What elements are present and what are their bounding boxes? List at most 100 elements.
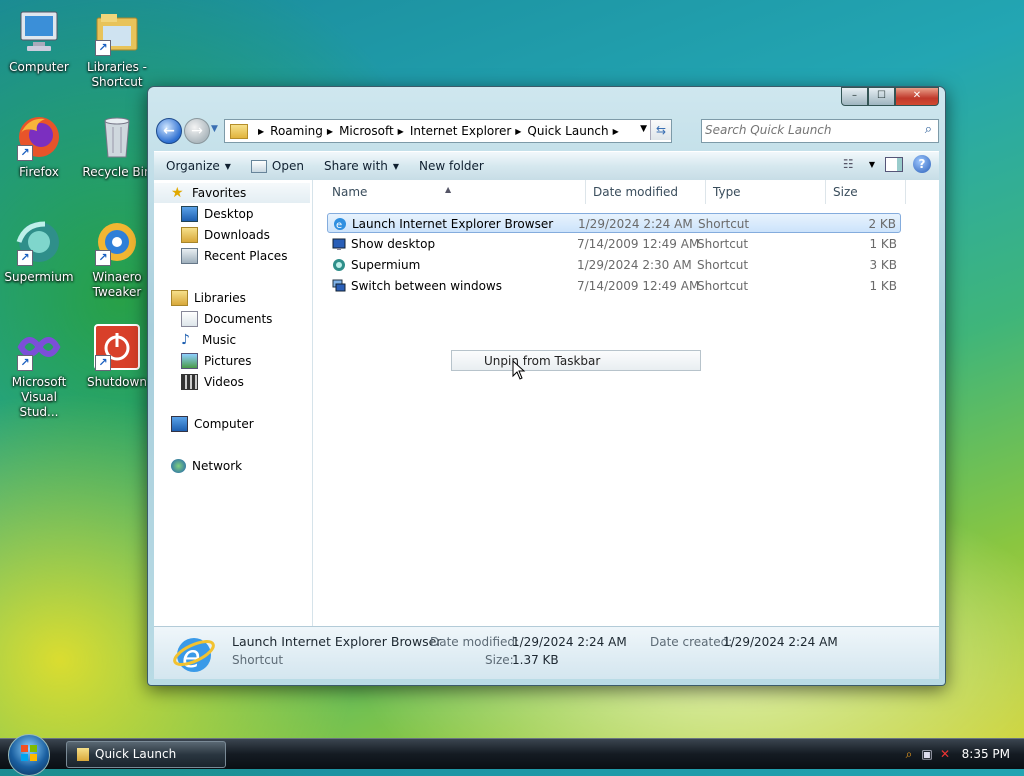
shortcut-arrow-icon: ↗ — [17, 250, 33, 266]
file-list: Name ▲ Date modified Type Size e Launch … — [313, 180, 939, 626]
breadcrumb-separator[interactable]: ▶ — [254, 127, 270, 136]
file-name: Supermium — [351, 258, 421, 272]
desktop-icon-winaero-tweaker[interactable]: ↗ Winaero Tweaker — [78, 218, 156, 300]
nav-documents[interactable]: Documents — [181, 309, 272, 329]
chevron-down-icon: ▼ — [392, 161, 400, 171]
recycle-bin-icon — [93, 113, 141, 161]
system-tray: ⌕ ▣ ✕ 8:35 PM — [898, 739, 1024, 769]
column-header-size[interactable]: Size — [826, 180, 906, 204]
drag-tooltip: Unpin from Taskbar — [451, 350, 701, 371]
column-header-label: Size — [833, 185, 858, 199]
navigation-pane: ★ Favorites Desktop Downloads Recent Pla… — [154, 180, 313, 626]
nav-downloads[interactable]: Downloads — [181, 225, 270, 245]
nav-label: Libraries — [194, 291, 246, 305]
desktop-icon-label: Winaero Tweaker — [92, 270, 142, 299]
views-icon[interactable]: ☷ — [843, 157, 859, 171]
desktop-icon-supermium[interactable]: ↗ Supermium — [0, 218, 78, 285]
computer-icon — [15, 8, 63, 56]
nav-desktop[interactable]: Desktop — [181, 204, 254, 224]
clock[interactable]: 8:35 PM — [962, 739, 1010, 769]
network-tray-icon[interactable]: ▣ — [920, 747, 934, 761]
file-row[interactable]: e Launch Internet Explorer Browser 1/29/… — [327, 213, 901, 233]
organize-button[interactable]: Organize ▼ — [166, 159, 231, 173]
desktop-icon-libraries-shortcut[interactable]: ↗ Libraries - Shortcut — [78, 8, 156, 90]
network-icon — [171, 459, 186, 473]
file-date: 7/14/2009 12:49 AM — [577, 279, 700, 293]
libraries-icon — [171, 290, 188, 306]
nav-pictures[interactable]: Pictures — [181, 351, 252, 371]
start-button[interactable] — [8, 734, 50, 776]
file-size: 1 KB — [869, 279, 897, 293]
nav-recent-places[interactable]: Recent Places — [181, 246, 287, 266]
libraries-folder-icon: ↗ — [93, 8, 141, 56]
nav-favorites[interactable]: ★ Favorites — [154, 183, 310, 203]
volume-muted-icon[interactable]: ✕ — [938, 747, 952, 761]
sort-arrow-icon: ▲ — [445, 185, 452, 194]
search-icon[interactable]: ⌕ — [902, 747, 916, 761]
help-icon[interactable]: ? — [913, 155, 931, 173]
desktop-icon-shutdown[interactable]: ↗ Shutdown — [78, 323, 156, 390]
address-dropdown-icon[interactable]: ▼ — [640, 124, 647, 134]
nav-network[interactable]: Network — [171, 456, 242, 476]
desktop-icon-visual-studio[interactable]: ↗ Microsoft Visual Stud... — [0, 323, 78, 420]
details-date-created-label: Date created: — [650, 635, 733, 649]
chevron-right-icon: ▶ — [612, 126, 619, 136]
taskbar-button-quick-launch[interactable]: Quick Launch — [66, 741, 226, 768]
switch-windows-icon — [332, 279, 346, 293]
maximize-button[interactable]: ☐ — [868, 87, 895, 106]
breadcrumb-internet-explorer[interactable]: Internet Explorer ▶ — [410, 124, 528, 138]
preview-pane-icon[interactable] — [885, 156, 903, 172]
file-row[interactable]: Supermium 1/29/2024 2:30 AM Shortcut 3 K… — [327, 255, 901, 275]
search-box: ⌕ — [701, 119, 939, 143]
close-button[interactable]: ✕ — [895, 87, 939, 106]
desktop-icon — [181, 206, 198, 222]
search-input[interactable] — [702, 120, 905, 140]
details-size-label: Size: — [485, 653, 514, 667]
file-row[interactable]: Show desktop 7/14/2009 12:49 AM Shortcut… — [327, 234, 901, 254]
file-name: Switch between windows — [351, 279, 502, 293]
breadcrumb-quick-launch[interactable]: Quick Launch ▶ — [527, 124, 624, 138]
nav-label: Network — [192, 459, 243, 473]
shortcut-arrow-icon: ↗ — [17, 355, 33, 371]
explorer-window[interactable]: – ☐ ✕ ← → ▼ ▶ Roaming ▶ Microsoft ▶ Intern… — [147, 86, 946, 686]
desktop-icon-computer[interactable]: Computer — [0, 8, 78, 75]
desktop-icon-firefox[interactable]: ↗ Firefox — [0, 113, 78, 180]
arrow-left-icon: ← — [163, 123, 175, 139]
taskbar: Quick Launch ⌕ ▣ ✕ 8:35 PM — [0, 734, 1024, 776]
search-icon[interactable]: ⌕ — [925, 122, 932, 137]
column-header-date-modified[interactable]: Date modified — [586, 180, 706, 204]
desktop-icon-label: Microsoft Visual Stud... — [11, 375, 67, 419]
chevron-right-icon: ▶ — [326, 126, 334, 136]
column-header-type[interactable]: Type — [706, 180, 826, 204]
nav-computer[interactable]: Computer — [171, 414, 254, 434]
minimize-button[interactable]: – — [841, 87, 868, 106]
back-button[interactable]: ← — [156, 118, 182, 144]
breadcrumb-microsoft[interactable]: Microsoft ▶ — [339, 124, 410, 138]
file-row[interactable]: Switch between windows 7/14/2009 12:49 A… — [327, 276, 901, 296]
nav-label: Documents — [204, 312, 273, 326]
views-dropdown-icon[interactable]: ▼ — [869, 160, 875, 169]
desktop-icon-recycle-bin[interactable]: Recycle Bin — [78, 113, 156, 180]
breadcrumb-roaming[interactable]: Roaming ▶ — [270, 124, 339, 138]
nav-label: Computer — [194, 417, 254, 431]
file-name: Show desktop — [351, 237, 436, 251]
recent-pages-dropdown[interactable]: ▼ — [211, 124, 218, 134]
desktop-icon-label: Recycle Bin — [82, 165, 152, 179]
nav-music[interactable]: ♪ Music — [181, 330, 236, 350]
details-date-created: 1/29/2024 2:24 AM — [723, 635, 838, 649]
star-icon: ★ — [171, 185, 184, 201]
new-folder-button[interactable]: New folder — [419, 159, 484, 173]
videos-icon — [181, 374, 198, 390]
show-desktop-icon — [332, 237, 346, 251]
refresh-button[interactable]: ⇆ — [650, 120, 671, 140]
breadcrumb-label: Roaming — [270, 124, 323, 138]
forward-button[interactable]: → — [184, 118, 210, 144]
open-button[interactable]: Open — [250, 159, 304, 173]
share-with-button[interactable]: Share with ▼ — [324, 159, 399, 173]
column-header-name[interactable]: Name ▲ — [325, 180, 586, 204]
nav-libraries[interactable]: Libraries — [171, 288, 246, 308]
refresh-icon: ⇆ — [655, 123, 667, 137]
address-bar[interactable]: ▶ Roaming ▶ Microsoft ▶ Internet Explorer ▶… — [224, 119, 672, 143]
nav-videos[interactable]: Videos — [181, 372, 244, 392]
shortcut-arrow-icon: ↗ — [95, 250, 111, 266]
